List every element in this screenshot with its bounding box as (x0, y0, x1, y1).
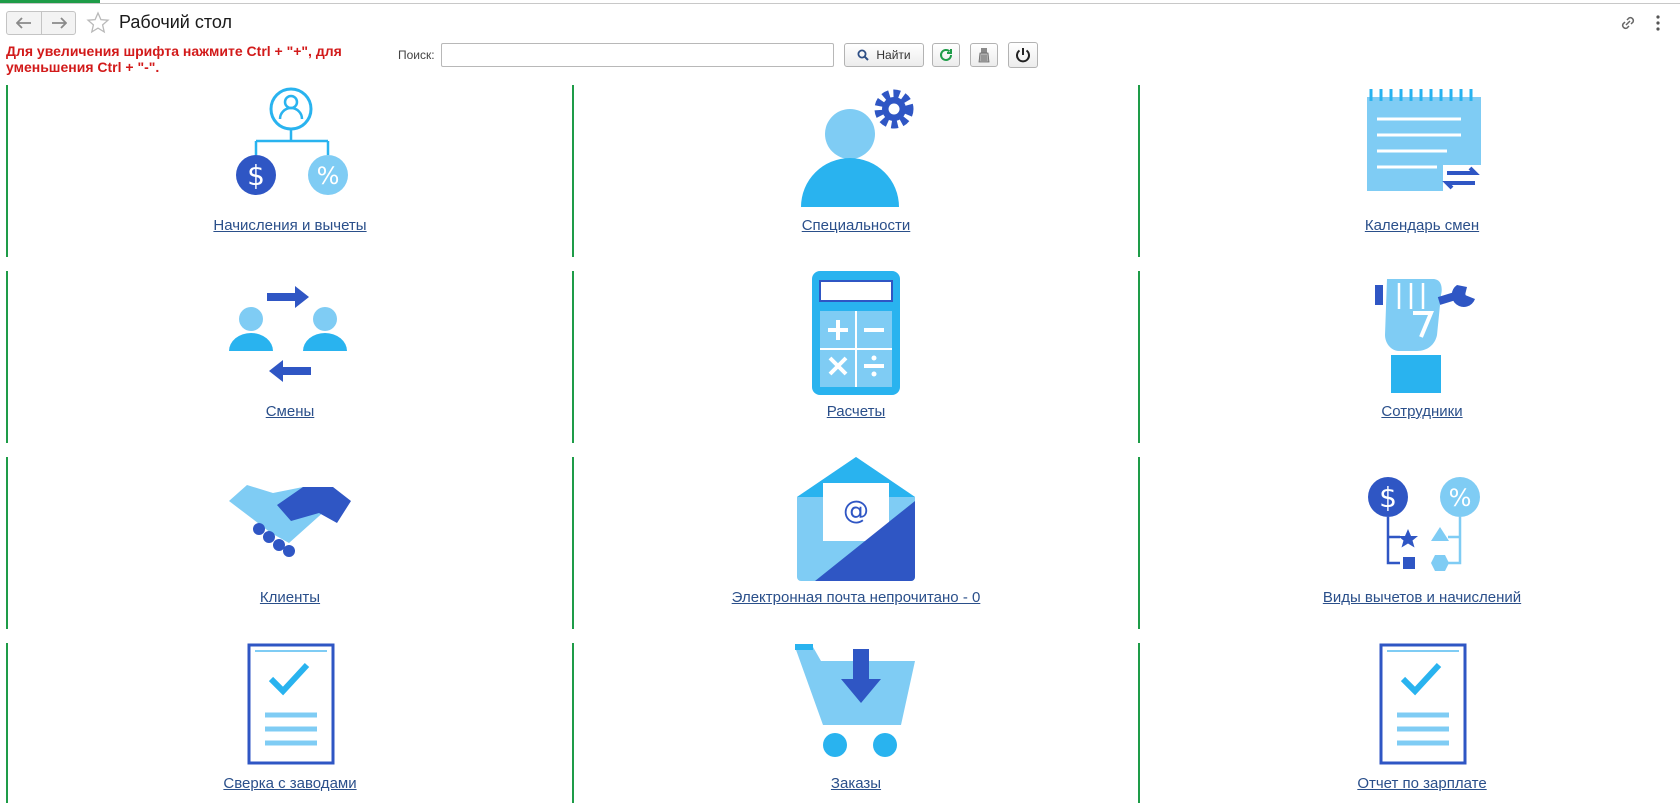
favorite-star-icon[interactable] (86, 11, 110, 35)
tile-orders[interactable]: Заказы (572, 643, 1138, 803)
svg-text:$: $ (247, 159, 265, 192)
svg-text:$: $ (1379, 481, 1397, 514)
tile-label[interactable]: Электронная почта непрочитано - 0 (574, 589, 1138, 606)
search-icon (857, 49, 870, 61)
search-label: Поиск: (398, 48, 435, 62)
email-icon: @ (797, 457, 915, 581)
deduction-types-icon: $ % (1368, 477, 1480, 571)
top-strip (0, 0, 1680, 4)
power-icon (1016, 48, 1030, 63)
tile-label[interactable]: Смены (8, 403, 572, 420)
tile-factory-reconciliation[interactable]: Сверка с заводами (6, 643, 572, 803)
tile-accruals[interactable]: $ % Начисления и вычеты (6, 85, 572, 257)
accruals-icon: $ % (236, 87, 348, 195)
tile-deduction-types[interactable]: $ % Виды вычетов и начислений (1138, 457, 1680, 629)
arrow-left-icon (16, 17, 31, 29)
tile-label[interactable]: Календарь смен (1140, 217, 1680, 234)
font-size-hint: Для увеличения шрифта нажмите Ctrl + "+"… (6, 43, 342, 75)
tile-shift-calendar[interactable]: Календарь смен (1138, 85, 1680, 257)
tile-salary-report[interactable]: Отчет по зарплате (1138, 643, 1680, 803)
tile-label[interactable]: Виды вычетов и начислений (1140, 589, 1680, 606)
clear-cache-button[interactable] (970, 43, 998, 67)
employees-icon (1375, 279, 1475, 393)
forward-button[interactable] (41, 12, 75, 34)
page-title: Рабочий стол (119, 12, 232, 32)
tile-label[interactable]: Начисления и вычеты (8, 217, 572, 234)
more-options-icon[interactable] (1652, 13, 1664, 33)
tile-specialties[interactable]: Специальности (572, 85, 1138, 257)
refresh-icon (940, 48, 952, 61)
back-button[interactable] (7, 12, 41, 34)
tile-label[interactable]: Специальности (574, 217, 1138, 234)
find-button-label: Найти (876, 48, 911, 62)
tile-clients[interactable]: Клиенты (6, 457, 572, 629)
tile-label[interactable]: Расчеты (574, 403, 1138, 420)
report-icon (1379, 643, 1467, 765)
tile-label[interactable]: Сверка с заводами (8, 775, 572, 792)
tile-email[interactable]: @ Электронная почта непрочитано - 0 (572, 457, 1138, 629)
svg-text:%: % (1449, 484, 1472, 512)
title-bar: Рабочий стол (0, 7, 1680, 39)
checklist-icon (247, 643, 335, 765)
specialties-icon (801, 89, 914, 207)
tile-label[interactable]: Клиенты (8, 589, 572, 606)
arrow-right-icon (51, 17, 67, 29)
tile-label[interactable]: Заказы (574, 775, 1138, 792)
cart-icon (795, 644, 915, 757)
tile-label[interactable]: Сотрудники (1140, 403, 1680, 420)
svg-text:%: % (317, 162, 340, 190)
broom-icon (978, 48, 990, 63)
calculator-icon (812, 271, 900, 395)
tile-employees[interactable]: Сотрудники (1138, 271, 1680, 443)
navigation-group (6, 11, 76, 35)
active-tab-indicator (0, 0, 100, 3)
exit-button[interactable] (1008, 42, 1038, 68)
tile-label[interactable]: Отчет по зарплате (1140, 775, 1680, 792)
shifts-icon (229, 286, 347, 382)
handshake-icon (229, 485, 351, 557)
tile-shifts[interactable]: Смены (6, 271, 572, 443)
shift-calendar-icon (1367, 89, 1481, 191)
link-icon[interactable] (1618, 13, 1638, 33)
tile-calculations[interactable]: Расчеты (572, 271, 1138, 443)
find-button[interactable]: Найти (844, 43, 924, 67)
svg-text:@: @ (843, 496, 869, 526)
search-input[interactable] (441, 43, 834, 67)
refresh-button[interactable] (932, 43, 960, 67)
